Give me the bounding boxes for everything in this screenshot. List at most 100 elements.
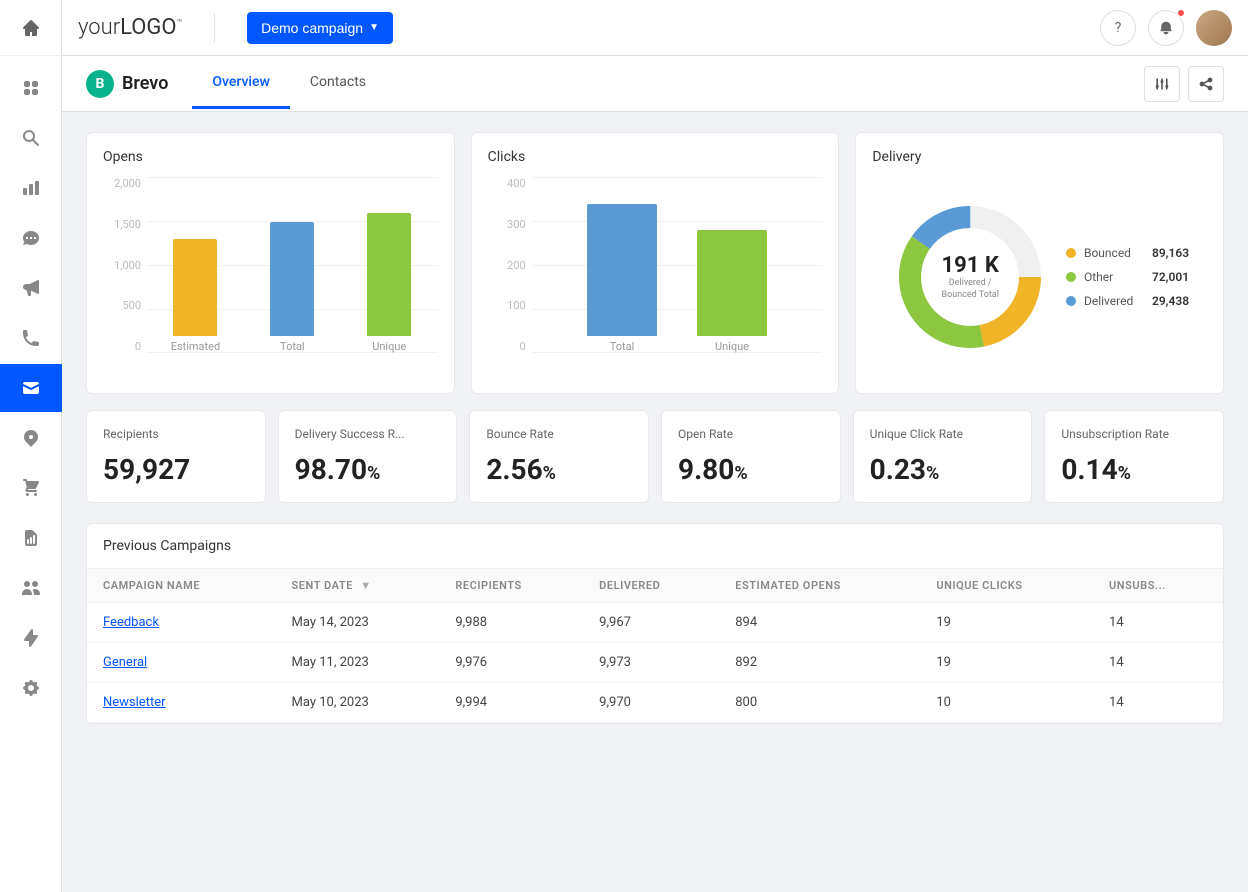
demo-btn-label: Demo campaign (261, 20, 363, 36)
bar-label-total: Total (280, 340, 305, 353)
sidebar-home-icon[interactable] (0, 0, 62, 56)
col-unique-clicks: UNIQUE CLICKS (920, 569, 1093, 603)
legend-name-delivered: Delivered (1084, 294, 1144, 308)
stats-row: Recipients 59,927 Delivery Success R... … (86, 410, 1224, 503)
legend-other: Other 72,001 (1066, 270, 1189, 284)
stat-unsub: Unsubscription Rate 0.14% (1044, 410, 1224, 503)
help-button[interactable]: ? (1100, 10, 1136, 46)
y-label-0: 0 (519, 340, 525, 353)
table-header-row: CAMPAIGN NAME SENT DATE ▼ RECIPIENTS DEL… (87, 569, 1223, 603)
brand-logo: B Brevo (86, 70, 168, 98)
bar-group-total: Total (254, 177, 331, 353)
brand-name: Brevo (122, 73, 168, 94)
table-row: General May 11, 2023 9,976 9,973 892 19 … (87, 643, 1223, 683)
stat-label-recipients: Recipients (103, 427, 249, 441)
opens-card: Opens 2,000 1,500 1,000 500 0 (86, 132, 455, 394)
sidebar-email-icon[interactable] (0, 364, 62, 412)
user-avatar[interactable] (1196, 10, 1232, 46)
opens-chart: 2,000 1,500 1,000 500 0 (103, 177, 438, 377)
general-link[interactable]: General (103, 655, 147, 670)
sidebar-users-icon[interactable] (0, 564, 62, 612)
donut-center: 191 K Delivered /Bounced Total (942, 253, 999, 301)
table-row: Feedback May 14, 2023 9,988 9,967 894 19… (87, 603, 1223, 643)
sidebar-location-icon[interactable] (0, 414, 62, 462)
click-bar-unique (697, 230, 767, 336)
y-label-400: 400 (507, 177, 526, 190)
general-unique-clicks: 19 (920, 643, 1093, 683)
delivery-title: Delivery (872, 149, 1207, 165)
click-bar-total (587, 204, 657, 336)
donut-legend: Bounced 89,163 Other 72,001 Delivered (1066, 246, 1189, 308)
col-delivered: DELIVERED (583, 569, 719, 603)
newsletter-estimated-opens: 800 (719, 683, 920, 723)
sidebar-megaphone-icon[interactable] (0, 264, 62, 312)
stat-unique-click: Unique Click Rate 0.23% (853, 410, 1033, 503)
logo: yourLOGO™ (78, 15, 182, 40)
legend-value-bounced: 89,163 (1152, 246, 1189, 260)
bell-icon (1158, 20, 1174, 36)
y-label-100: 100 (507, 299, 526, 312)
header-right: ? (1100, 10, 1232, 46)
bar-group-estimated: Estimated (157, 177, 234, 353)
newsletter-link[interactable]: Newsletter (103, 695, 166, 710)
opens-bars-container: Estimated Total Unique (147, 177, 438, 353)
y-label: 1,500 (114, 218, 141, 231)
feedback-estimated-opens: 894 (719, 603, 920, 643)
donut-number: 191 K (942, 253, 999, 278)
bar-estimated (173, 239, 217, 336)
y-label-300: 300 (507, 218, 526, 231)
sidebar-plug-icon[interactable] (0, 614, 62, 662)
help-icon: ? (1115, 20, 1122, 36)
sidebar-chart-icon[interactable] (0, 164, 62, 212)
sidebar-grid-icon[interactable] (0, 64, 62, 112)
col-sent-date[interactable]: SENT DATE ▼ (276, 569, 440, 603)
sidebar-cart-icon[interactable] (0, 464, 62, 512)
logo-your: your (78, 15, 120, 40)
stat-bounce: Bounce Rate 2.56% (469, 410, 649, 503)
content-wrapper: B Brevo Overview Contacts (62, 56, 1248, 892)
delivery-card: Delivery (855, 132, 1224, 394)
stat-label-delivery: Delivery Success R... (295, 427, 441, 441)
stat-value-delivery: 98.70% (295, 453, 441, 486)
header-divider (214, 13, 215, 43)
click-bar-group-total: Total (587, 177, 657, 353)
stat-open: Open Rate 9.80% (661, 410, 841, 503)
logo-tm: ™ (177, 19, 183, 29)
prev-campaigns-title: Previous Campaigns (87, 524, 1223, 569)
bar-group-unique: Unique (351, 177, 428, 353)
bar-label-unique: Unique (372, 340, 406, 353)
sidebar-search-icon[interactable] (0, 114, 62, 162)
click-bar-group-unique: Unique (697, 177, 767, 353)
tab-contacts[interactable]: Contacts (290, 58, 386, 109)
notification-button[interactable] (1148, 10, 1184, 46)
sidebar-chat-icon[interactable] (0, 214, 62, 262)
col-estimated-opens: ESTIMATED OPENS (719, 569, 920, 603)
feedback-link[interactable]: Feedback (103, 615, 159, 630)
notification-badge (1177, 9, 1185, 17)
opens-title: Opens (103, 149, 438, 165)
brand-icon: B (86, 70, 114, 98)
donut-label: Delivered /Bounced Total (942, 278, 999, 301)
brand-initial: B (96, 76, 105, 92)
sidebar-reports-icon[interactable] (0, 514, 62, 562)
tab-overview[interactable]: Overview (192, 58, 289, 109)
stat-label-open: Open Rate (678, 427, 824, 441)
clicks-bars-container: Total Unique (532, 177, 823, 353)
demo-campaign-button[interactable]: Demo campaign ▼ (247, 12, 393, 44)
sidebar-nav (0, 56, 61, 892)
share-button[interactable] (1188, 66, 1224, 102)
legend-name-other: Other (1084, 270, 1144, 284)
sidebar-phone-icon[interactable] (0, 314, 62, 362)
stat-label-bounce: Bounce Rate (486, 427, 632, 441)
table-row: Newsletter May 10, 2023 9,994 9,970 800 … (87, 683, 1223, 723)
general-recipients: 9,976 (439, 643, 583, 683)
filter-button[interactable] (1144, 66, 1180, 102)
sub-header: B Brevo Overview Contacts (62, 56, 1248, 112)
campaigns-tbody: Feedback May 14, 2023 9,988 9,967 894 19… (87, 603, 1223, 723)
legend-dot-delivered (1066, 296, 1076, 306)
general-unsubs: 14 (1093, 643, 1223, 683)
sidebar-settings-icon[interactable] (0, 664, 62, 712)
main-area: yourLOGO™ Demo campaign ▼ ? (62, 0, 1248, 892)
y-label: 0 (135, 340, 141, 353)
y-label: 1,000 (114, 259, 141, 272)
